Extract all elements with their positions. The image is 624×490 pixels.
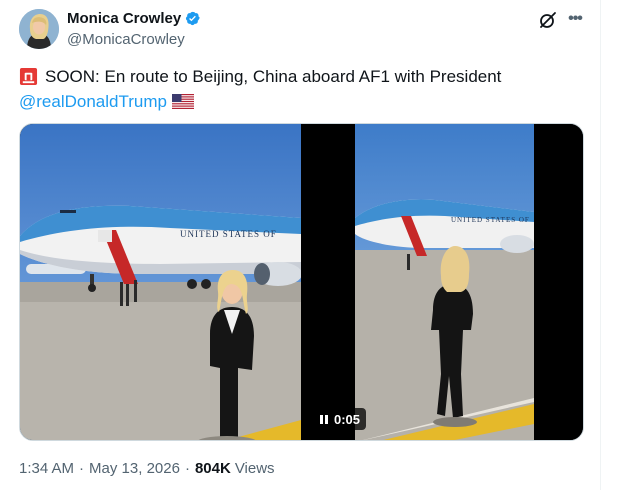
tweet-metadata: 1:34 AM · May 13, 2026 · 804K Views	[19, 460, 275, 477]
media-grid: UNITED STATES OF UNITED STATES OF 0:05	[19, 123, 584, 441]
author-name-row[interactable]: Monica Crowley	[67, 10, 201, 27]
grok-icon[interactable]	[538, 10, 558, 30]
tweet-video[interactable]: UNITED STATES OF 0:05	[304, 124, 583, 440]
photo-livery-text: UNITED STATES OF	[180, 229, 277, 239]
avatar[interactable]	[19, 9, 59, 49]
separator-dot: ·	[79, 460, 85, 477]
video-duration-badge: 0:05	[314, 408, 367, 430]
tweet-text: SOON: En route to Beijing, China aboard …	[19, 64, 584, 114]
tweet-card[interactable]: Monica Crowley @MonicaCrowley ••• SOON: …	[0, 0, 601, 490]
tweet-photo[interactable]: UNITED STATES OF	[20, 124, 301, 440]
author-handle[interactable]: @MonicaCrowley	[67, 31, 185, 48]
author-display-name[interactable]: Monica Crowley	[67, 10, 181, 27]
video-livery-text: UNITED STATES OF	[451, 216, 530, 224]
mention-link[interactable]: @realDonaldTrump	[19, 89, 167, 114]
views-count[interactable]: 804K	[195, 460, 231, 477]
more-icon[interactable]: •••	[564, 8, 586, 30]
tweet-body-text: SOON: En route to Beijing, China aboard …	[45, 67, 502, 86]
avatar-image	[19, 9, 59, 49]
verified-badge-icon	[186, 11, 200, 26]
us-flag-icon	[171, 94, 194, 109]
separator-dot: ·	[184, 460, 190, 477]
pause-icon[interactable]	[320, 414, 328, 424]
siren-icon	[19, 67, 38, 86]
tweet-date[interactable]: May 13, 2026	[89, 460, 180, 477]
video-duration: 0:05	[334, 411, 361, 427]
tweet-time[interactable]: 1:34 AM	[19, 460, 74, 477]
views-label: Views	[234, 460, 275, 477]
video-frame: UNITED STATES OF	[355, 124, 534, 440]
